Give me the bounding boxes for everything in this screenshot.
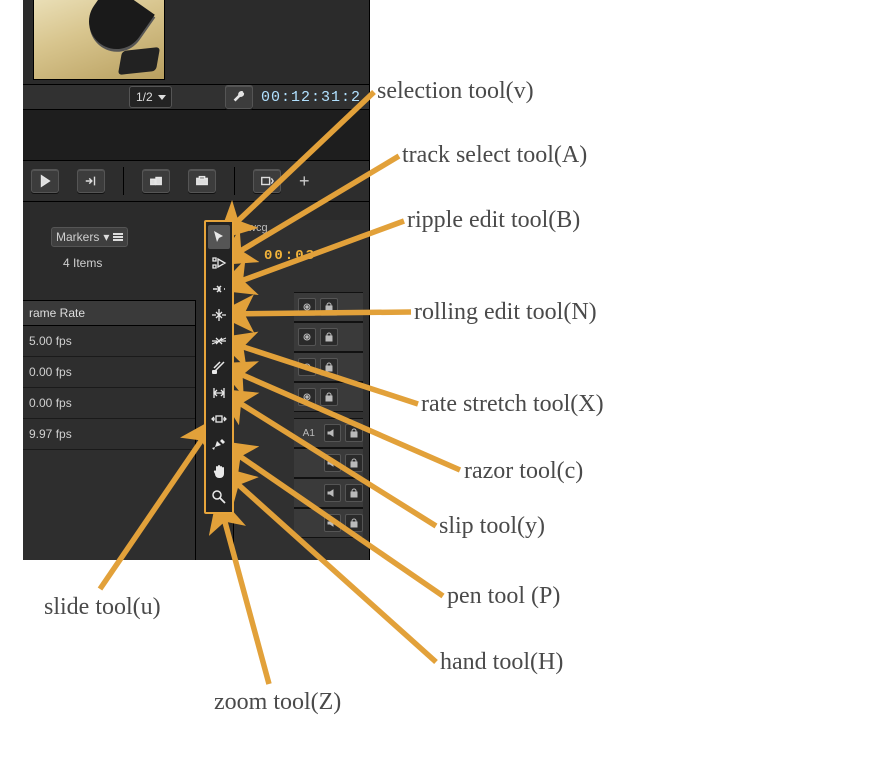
frame-rate-row[interactable]: 9.97 fps: [23, 419, 195, 450]
resolution-value: 1/2: [136, 90, 153, 104]
overwrite-button[interactable]: [188, 169, 216, 193]
lock-icon: [324, 302, 334, 312]
callout-pen: pen tool (P): [447, 583, 560, 610]
eye-icon: [302, 302, 312, 312]
wrench-icon: [232, 90, 246, 104]
callout-hand: hand tool(H): [440, 649, 563, 676]
video-track[interactable]: [294, 292, 363, 322]
frame-rate-row[interactable]: 0.00 fps: [23, 357, 195, 388]
slide-icon: [211, 411, 227, 427]
frame-rate-header: rame Rate: [23, 301, 195, 326]
slip-tool[interactable]: [208, 381, 230, 405]
transport-row: +: [23, 160, 369, 202]
lock-icon: [349, 428, 359, 438]
speaker-icon: [327, 488, 337, 498]
lock-icon: [349, 458, 359, 468]
speaker-icon: [327, 518, 337, 528]
preview-timecode: 00:12:31:2: [261, 89, 361, 106]
frame-rate-row[interactable]: 0.00 fps: [23, 388, 195, 419]
play-icon: [38, 174, 52, 188]
sequence-tab[interactable]: wcg: [248, 222, 268, 234]
items-count: 4 Items: [63, 256, 102, 270]
speaker-icon: [327, 428, 337, 438]
slip-icon: [211, 385, 227, 401]
eye-icon: [302, 332, 312, 342]
rolling-edit-tool[interactable]: [208, 303, 230, 327]
audio-track[interactable]: [294, 508, 363, 538]
add-button[interactable]: +: [299, 172, 310, 190]
zoom-icon: [211, 489, 227, 505]
scrub-area: [23, 110, 369, 160]
lock-icon: [349, 518, 359, 528]
callout-track-select: track select tool(A): [402, 142, 587, 169]
resolution-dropdown[interactable]: 1/2: [129, 86, 172, 108]
audio-track-label: A1: [298, 428, 320, 439]
speaker-icon: [327, 458, 337, 468]
rolling-edit-icon: [211, 307, 227, 323]
frame-rate-row[interactable]: 5.00 fps: [23, 326, 195, 357]
markers-tab[interactable]: Markers ▾: [51, 227, 128, 247]
callout-slide: slide tool(u): [44, 594, 161, 621]
rate-stretch-icon: [211, 333, 227, 349]
overwrite-icon: [195, 174, 209, 188]
eye-icon: [302, 362, 312, 372]
ripple-edit-tool[interactable]: [208, 277, 230, 301]
insert-button[interactable]: [142, 169, 170, 193]
lock-icon: [324, 332, 334, 342]
track-select-tool[interactable]: [208, 251, 230, 275]
tool-panel: [204, 220, 234, 514]
timeline-panel: wcg 00:03 A1: [233, 220, 369, 560]
video-track[interactable]: [294, 352, 363, 382]
insert-icon: [149, 174, 163, 188]
lock-icon: [324, 392, 334, 402]
editor-panel: 1/2 00:12:31:2: [23, 0, 370, 560]
callout-selection: selection tool(v): [377, 78, 534, 105]
step-button[interactable]: [77, 169, 105, 193]
callout-slip: slip tool(y): [439, 513, 545, 540]
pen-icon: [211, 437, 227, 453]
export-icon: [260, 174, 274, 188]
play-button[interactable]: [31, 169, 59, 193]
selection-icon: [211, 229, 227, 245]
callout-rolling-edit: rolling edit tool(N): [414, 299, 597, 326]
callout-rate-stretch: rate stretch tool(X): [421, 391, 604, 418]
razor-icon: [211, 359, 227, 375]
eye-icon: [302, 392, 312, 402]
slide-tool[interactable]: [208, 407, 230, 431]
track-select-icon: [211, 255, 227, 271]
menu-icon: [113, 233, 123, 242]
audio-track[interactable]: [294, 478, 363, 508]
callout-zoom: zoom tool(Z): [214, 689, 341, 716]
zoom-tool[interactable]: [208, 485, 230, 509]
video-track[interactable]: [294, 322, 363, 352]
pen-tool[interactable]: [208, 433, 230, 457]
export-frame-button[interactable]: [253, 169, 281, 193]
markers-tab-label: Markers: [56, 230, 99, 244]
lock-icon: [349, 488, 359, 498]
timeline-timecode: 00:03: [264, 248, 316, 264]
razor-tool[interactable]: [208, 355, 230, 379]
video-track[interactable]: [294, 382, 363, 412]
callout-ripple-edit: ripple edit tool(B): [407, 207, 580, 234]
frame-rate-panel: rame Rate 5.00 fps 0.00 fps 0.00 fps 9.9…: [23, 300, 196, 560]
ripple-edit-icon: [211, 281, 227, 297]
step-icon: [84, 174, 98, 188]
callout-razor: razor tool(c): [464, 458, 583, 485]
selection-tool[interactable]: [208, 225, 230, 249]
hand-tool[interactable]: [208, 459, 230, 483]
preview-controls-row: 1/2 00:12:31:2: [23, 84, 369, 110]
settings-button[interactable]: [225, 85, 253, 109]
preview-thumbnail: [33, 0, 165, 80]
rate-stretch-tool[interactable]: [208, 329, 230, 353]
hand-icon: [211, 463, 227, 479]
audio-track[interactable]: [294, 448, 363, 478]
lock-icon: [324, 362, 334, 372]
audio-track[interactable]: A1: [294, 418, 363, 448]
